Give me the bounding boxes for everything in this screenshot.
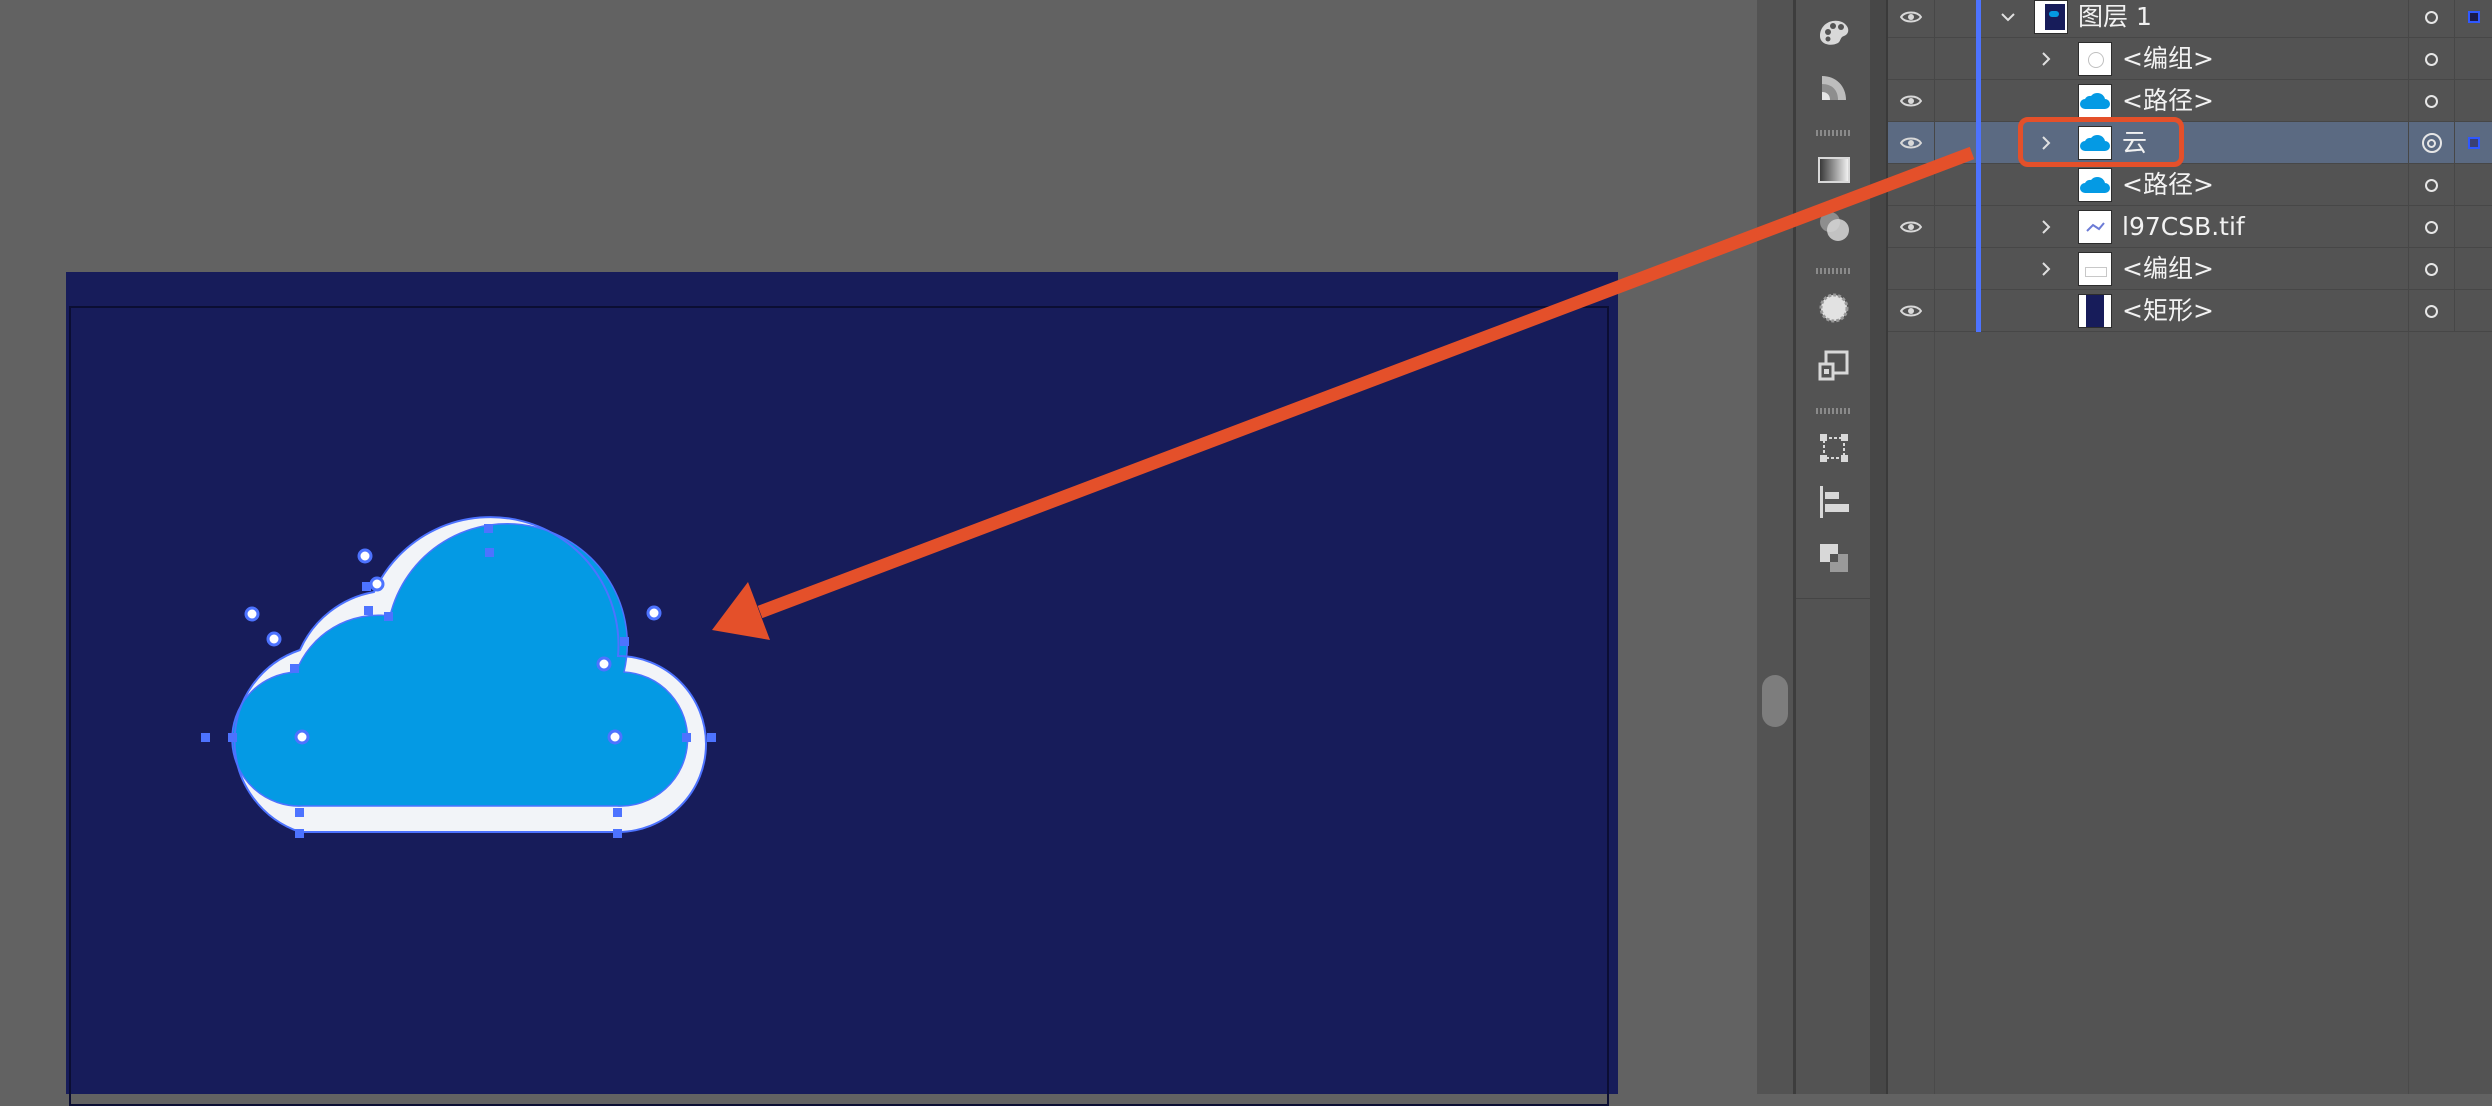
- layer-name[interactable]: <矩形>: [2122, 290, 2214, 332]
- layer-color-bar: [1976, 122, 1981, 164]
- rectangle-thumb-icon: [2078, 294, 2112, 328]
- selection-indicator[interactable]: [2454, 248, 2492, 290]
- eye-icon[interactable]: [1888, 122, 1934, 164]
- layer-name[interactable]: <路径>: [2122, 80, 2214, 122]
- layer-name[interactable]: l97CSB.tif: [2122, 206, 2245, 248]
- layer-row-path[interactable]: <路径>: [1888, 80, 2492, 122]
- panel-group-grip[interactable]: [1816, 130, 1852, 136]
- target-circle-icon[interactable]: [2408, 0, 2454, 38]
- layer-color-bar: [1976, 290, 1981, 332]
- chevron-down-icon[interactable]: [1996, 0, 2020, 38]
- cloud-artwork[interactable]: [0, 0, 1757, 1094]
- lock-toggle[interactable]: [1934, 0, 1978, 38]
- selection-indicator[interactable]: [2454, 38, 2492, 80]
- transparency-icon[interactable]: [1816, 208, 1852, 244]
- chevron-right-icon[interactable]: [2034, 38, 2058, 80]
- target-circle-icon[interactable]: [2408, 164, 2454, 206]
- layer-row-image[interactable]: l97CSB.tif: [1888, 206, 2492, 248]
- lock-toggle[interactable]: [1934, 80, 1978, 122]
- align-icon[interactable]: [1816, 484, 1852, 520]
- cloud-thumb-icon: [2078, 84, 2112, 118]
- selection-indicator[interactable]: [2454, 122, 2492, 164]
- layer-row-layer1[interactable]: 图层 1: [1888, 0, 2492, 38]
- lock-toggle[interactable]: [1934, 122, 1978, 164]
- layer-name[interactable]: <编组>: [2122, 38, 2214, 80]
- eye-icon[interactable]: [1888, 290, 1934, 332]
- layer-name[interactable]: <路径>: [2122, 164, 2214, 206]
- eye-icon[interactable]: [1888, 80, 1934, 122]
- layer-row-group[interactable]: <编组>: [1888, 248, 2492, 290]
- target-circle-icon[interactable]: [2408, 206, 2454, 248]
- layer-color-bar: [1976, 206, 1981, 248]
- layer-color-bar: [1976, 248, 1981, 290]
- layer-thumb-icon: [2034, 0, 2068, 34]
- scrollbar-thumb[interactable]: [1762, 675, 1788, 727]
- lock-toggle[interactable]: [1934, 164, 1978, 206]
- eye-icon[interactable]: [1888, 206, 1934, 248]
- target-circle-icon[interactable]: [2408, 290, 2454, 332]
- column-separator: [1934, 332, 1935, 1094]
- group-thumb-icon: [2078, 42, 2112, 76]
- selection-indicator[interactable]: [2454, 164, 2492, 206]
- visibility-toggle[interactable]: [1888, 248, 1934, 290]
- lock-toggle[interactable]: [1934, 290, 1978, 332]
- layer-color-bar: [1976, 80, 1981, 122]
- layer-color-bar: [1976, 38, 1981, 80]
- panel-group-grip[interactable]: [1816, 408, 1852, 414]
- lock-toggle[interactable]: [1934, 206, 1978, 248]
- eye-icon[interactable]: [1888, 0, 1934, 38]
- layers-panel: 图层 1 <编组> <路径> 云 <路径> l97CSB.tif <编组> <矩…: [1888, 0, 2492, 1094]
- cloud-fill-path: [231, 523, 688, 807]
- layer-color-bar: [1976, 164, 1981, 206]
- target-circle-icon[interactable]: [2408, 248, 2454, 290]
- image-thumb-icon: [2078, 210, 2112, 244]
- panel-icon-dock: [1796, 0, 1870, 1094]
- chevron-right-icon[interactable]: [2034, 248, 2058, 290]
- layer-row-group[interactable]: <编组>: [1888, 38, 2492, 80]
- layer-name[interactable]: 图层 1: [2078, 0, 2152, 38]
- cloud-thumb-icon: [2078, 168, 2112, 202]
- highlight-box: [2018, 117, 2184, 167]
- color-guide-icon[interactable]: [1816, 70, 1852, 106]
- group-thumb-icon: [2078, 252, 2112, 286]
- selection-indicator[interactable]: [2454, 206, 2492, 248]
- target-double-circle-icon[interactable]: [2408, 122, 2454, 164]
- graphic-styles-icon[interactable]: [1816, 348, 1852, 384]
- panel-group-grip[interactable]: [1816, 268, 1852, 274]
- selection-indicator[interactable]: [2454, 80, 2492, 122]
- layer-row-path[interactable]: <路径>: [1888, 164, 2492, 206]
- vertical-scrollbar[interactable]: [1757, 0, 1793, 1094]
- pathfinder-icon[interactable]: [1816, 540, 1852, 576]
- transform-icon[interactable]: [1816, 430, 1852, 466]
- lock-toggle[interactable]: [1934, 38, 1978, 80]
- selection-indicator[interactable]: [2454, 290, 2492, 332]
- appearance-icon[interactable]: [1816, 290, 1852, 326]
- target-circle-icon[interactable]: [2408, 38, 2454, 80]
- chevron-right-icon[interactable]: [2034, 206, 2058, 248]
- layer-row-rectangle[interactable]: <矩形>: [1888, 290, 2492, 332]
- gradient-icon[interactable]: [1816, 152, 1852, 188]
- color-palette-icon[interactable]: [1816, 14, 1852, 50]
- visibility-toggle[interactable]: [1888, 164, 1934, 206]
- visibility-toggle[interactable]: [1888, 38, 1934, 80]
- lock-toggle[interactable]: [1934, 248, 1978, 290]
- layer-color-bar: [1976, 0, 1981, 38]
- selection-indicator[interactable]: [2454, 0, 2492, 38]
- layer-name[interactable]: <编组>: [2122, 248, 2214, 290]
- target-circle-icon[interactable]: [2408, 80, 2454, 122]
- column-separator: [2408, 332, 2409, 1094]
- layer-row-cloud[interactable]: 云: [1888, 122, 2492, 164]
